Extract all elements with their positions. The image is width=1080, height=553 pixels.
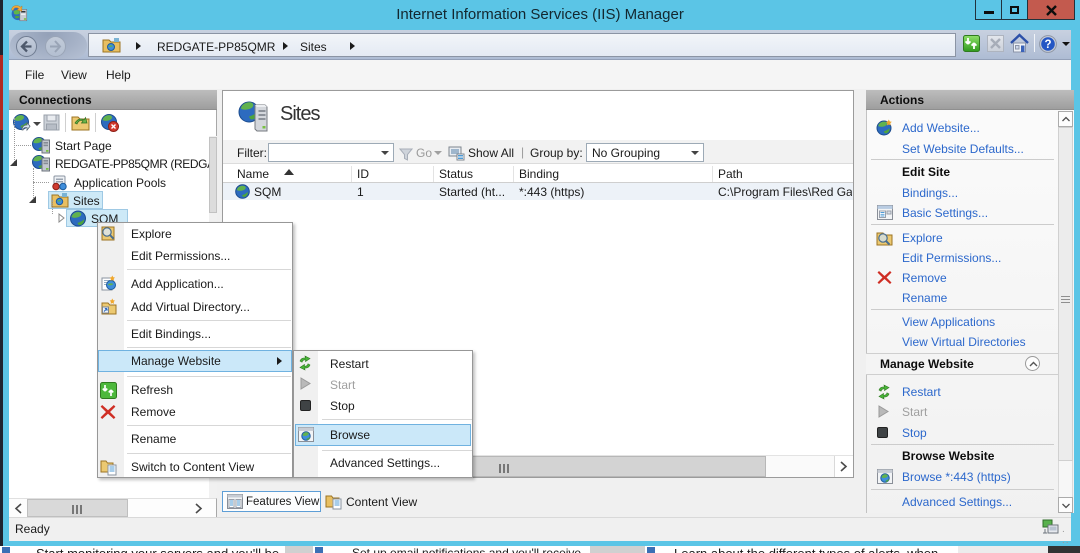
svg-text:?: ?	[1044, 39, 1051, 51]
